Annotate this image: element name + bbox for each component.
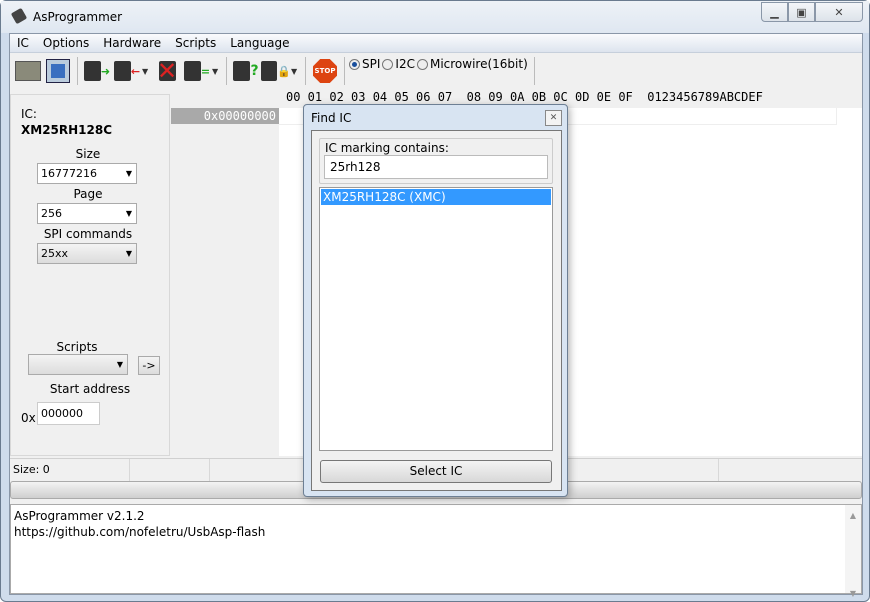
page-label: Page xyxy=(73,187,103,201)
ic-results-list[interactable]: XM25RH128C (XMC) xyxy=(319,187,553,451)
title-bar: AsProgrammer ▁ ▣ ✕ xyxy=(1,1,869,33)
stop-icon: STOP xyxy=(313,59,337,83)
radio-dot[interactable] xyxy=(349,58,360,70)
start-address-input[interactable]: 000000 xyxy=(37,402,100,425)
ic-settings-panel: IC: XM25RH128C Size 16777216 ▼ Page 256 ▼ … xyxy=(10,94,170,456)
search-group: IC marking contains: xyxy=(319,138,553,184)
start-address-label: Start address xyxy=(49,382,131,396)
scroll-up-icon[interactable]: ▲ xyxy=(845,508,861,524)
read-button[interactable]: ➜ xyxy=(82,57,112,85)
app-icon xyxy=(10,7,28,25)
radio-dot[interactable] xyxy=(416,58,428,70)
scripts-label: Scripts xyxy=(56,340,98,354)
toolbar-separator xyxy=(77,57,78,85)
chip-read-icon xyxy=(83,61,101,81)
spi-commands-select[interactable]: 25xx ▼ xyxy=(37,243,137,264)
chip-id-icon xyxy=(233,61,251,81)
maximize-button[interactable]: ▣ xyxy=(788,2,815,22)
ic-name: XM25RH128C xyxy=(21,123,113,137)
find-ic-dialog: Find IC ✕ IC marking contains: XM25RH128… xyxy=(303,104,568,497)
ic-search-input[interactable] xyxy=(324,155,548,179)
radio-dot[interactable] xyxy=(382,58,394,70)
size-select[interactable]: 16777216 ▼ xyxy=(37,163,137,184)
address-column: 0x00000000 xyxy=(171,108,279,456)
chevron-down-icon: ▼ xyxy=(116,360,123,369)
chip-verify-icon xyxy=(183,61,201,81)
scripts-select[interactable]: ▼ xyxy=(28,354,128,375)
chevron-down-icon: ▼ xyxy=(125,209,132,218)
spi-commands-label: SPI commands xyxy=(43,227,133,241)
erase-button[interactable]: ✕ xyxy=(152,57,182,85)
toolbar-separator xyxy=(533,57,535,85)
log-output[interactable]: AsProgrammer v2.1.2 https://github.com/n… xyxy=(10,504,862,598)
folder-icon xyxy=(15,61,41,81)
toolbar-separator xyxy=(226,57,227,85)
window-title: AsProgrammer xyxy=(33,10,123,24)
toolbar-separator xyxy=(344,57,345,85)
scroll-down-icon[interactable]: ▼ xyxy=(845,586,861,602)
write-dropdown-icon[interactable]: ▼ xyxy=(142,67,152,76)
ic-label: IC: xyxy=(21,107,37,121)
log-line: https://github.com/nofeletru/UsbAsp-flas… xyxy=(14,525,266,539)
dialog-close-button[interactable]: ✕ xyxy=(545,110,562,126)
log-scrollbar[interactable]: ▲ ▼ xyxy=(845,505,861,598)
status-size: Size: 0 xyxy=(10,459,130,481)
verify-dropdown-icon[interactable]: ▼ xyxy=(212,67,222,76)
floppy-icon xyxy=(46,59,70,83)
lock-button[interactable]: 🔒 xyxy=(261,57,291,85)
chip-lock-icon xyxy=(261,61,278,81)
save-button[interactable] xyxy=(43,57,73,85)
size-label: Size xyxy=(75,147,101,161)
open-button[interactable] xyxy=(13,57,43,85)
menu-ic[interactable]: IC xyxy=(10,36,36,50)
verify-button[interactable]: = xyxy=(182,57,212,85)
menu-language[interactable]: Language xyxy=(223,36,296,50)
chevron-down-icon: ▼ xyxy=(125,249,132,258)
search-group-label: IC marking contains: xyxy=(325,141,449,155)
toolbar-separator xyxy=(305,57,306,85)
radio-spi[interactable]: SPI xyxy=(349,57,380,71)
menu-scripts[interactable]: Scripts xyxy=(168,36,223,50)
chevron-down-icon: ▼ xyxy=(125,169,132,178)
chip-write-icon xyxy=(113,61,131,81)
menu-hardware[interactable]: Hardware xyxy=(96,36,168,50)
log-line: AsProgrammer v2.1.2 xyxy=(14,509,145,523)
page-select[interactable]: 256 ▼ xyxy=(37,203,137,224)
radio-i2c[interactable]: I2C xyxy=(382,57,415,71)
radio-microwire[interactable]: Microwire(16bit) xyxy=(416,57,528,71)
close-button[interactable]: ✕ xyxy=(815,2,863,22)
address-cell: 0x00000000 xyxy=(171,108,279,124)
list-item[interactable]: XM25RH128C (XMC) xyxy=(321,189,551,205)
write-button[interactable]: ← xyxy=(112,57,142,85)
dialog-title: Find IC xyxy=(311,111,352,125)
select-ic-button[interactable]: Select IC xyxy=(320,460,552,483)
read-id-button[interactable]: ? xyxy=(231,57,261,85)
status-cell xyxy=(718,459,719,481)
status-cell xyxy=(130,459,210,481)
stop-button[interactable]: STOP xyxy=(310,57,340,85)
run-script-button[interactable]: -> xyxy=(138,356,160,375)
menu-options[interactable]: Options xyxy=(36,36,96,50)
hex-prefix-label: 0x xyxy=(21,411,36,425)
toolbar: ➜ ← ▼ ✕ = ▼ ? 🔒 ▼ STOP SPI I2C Microwire(16… xyxy=(10,54,862,88)
menu-bar: IC Options Hardware Scripts Language xyxy=(10,34,862,53)
minimize-button[interactable]: ▁ xyxy=(761,2,788,22)
dialog-body: IC marking contains: XM25RH128C (XMC) Se… xyxy=(311,130,562,491)
lock-dropdown-icon[interactable]: ▼ xyxy=(291,67,301,76)
